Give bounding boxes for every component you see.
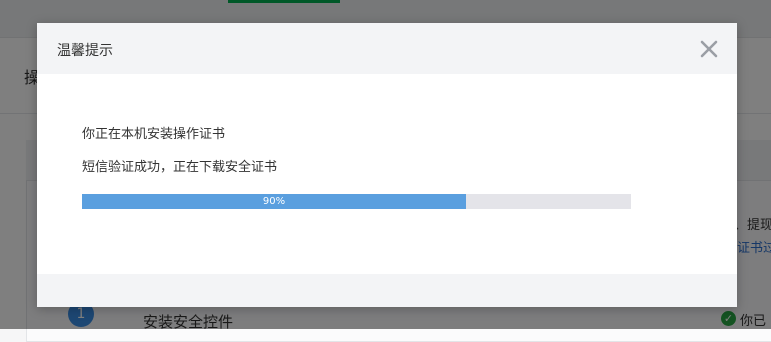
dialog-header: 温馨提示 — [37, 23, 737, 74]
dialog-title: 温馨提示 — [57, 43, 113, 59]
progress-percent-label: 90% — [262, 196, 286, 207]
progress-fill: 90% — [82, 194, 466, 209]
close-x-icon — [700, 40, 718, 58]
close-button[interactable] — [697, 37, 721, 61]
install-message: 你正在本机安装操作证书 — [82, 127, 226, 142]
progress-bar: 90% — [82, 194, 631, 209]
download-status-message: 短信验证成功，正在下载安全证书 — [82, 160, 278, 175]
dialog-body: 你正在本机安装操作证书 短信验证成功，正在下载安全证书 90% — [37, 74, 737, 274]
tip-dialog: 温馨提示 你正在本机安装操作证书 短信验证成功，正在下载安全证书 90% — [37, 23, 737, 307]
dialog-footer — [37, 274, 737, 307]
